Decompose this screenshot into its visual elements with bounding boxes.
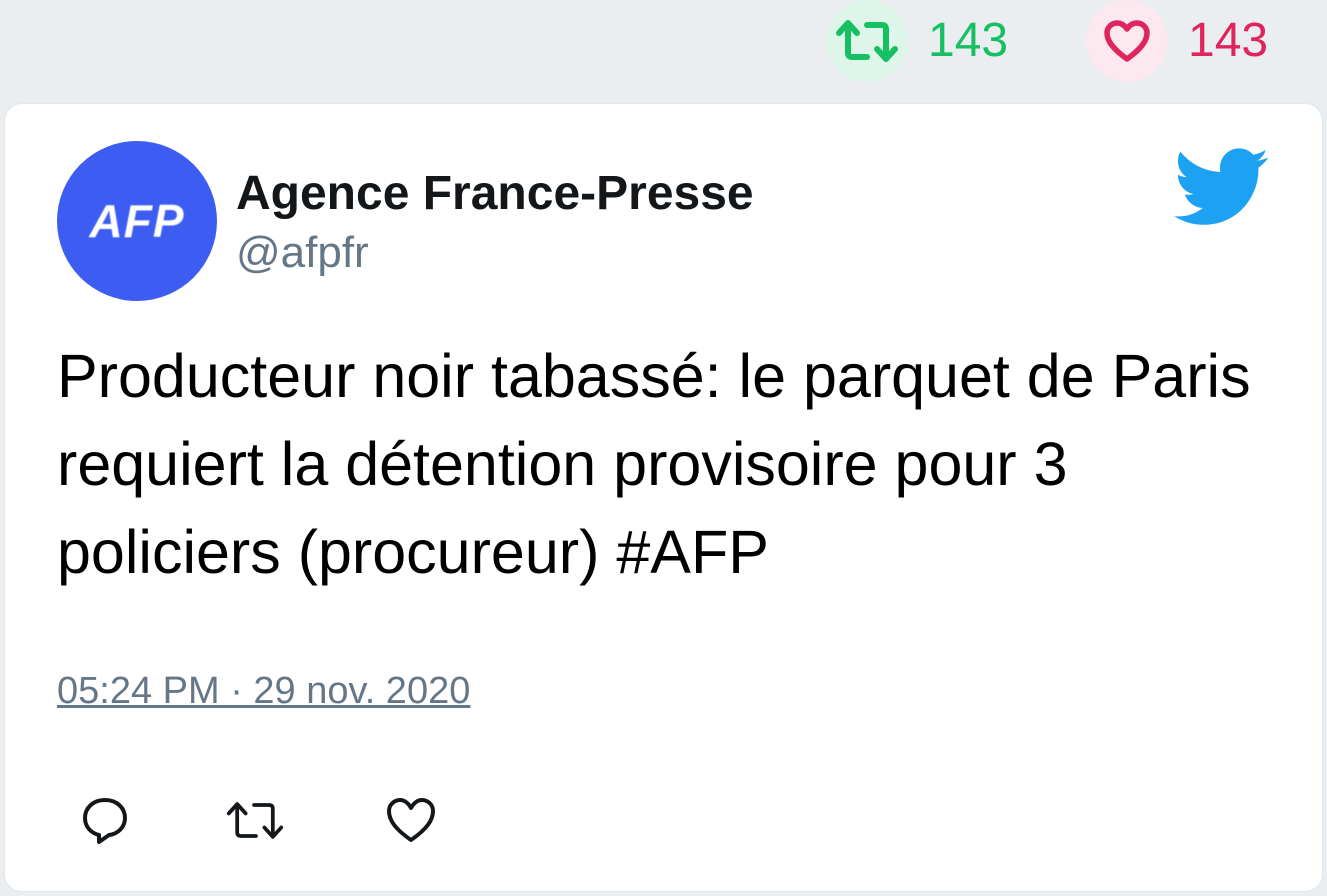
retweet-stat[interactable]: 143 <box>826 0 1008 82</box>
heart-icon[interactable] <box>1086 0 1168 82</box>
author-handle[interactable]: @afpfr <box>236 228 369 278</box>
tweet-actions <box>75 790 441 850</box>
retweet-button[interactable] <box>225 790 285 850</box>
retweet-count: 143 <box>928 14 1009 67</box>
retweet-icon[interactable] <box>826 0 908 82</box>
like-count: 143 <box>1188 14 1269 67</box>
reply-icon <box>83 798 127 844</box>
tweet-card: AFP Agence France-Presse @afpfr Producte… <box>4 103 1323 892</box>
like-button[interactable] <box>381 790 441 850</box>
retweet-icon <box>226 802 284 839</box>
tweet-timestamp[interactable]: 05:24 PM · 29 nov. 2020 <box>57 670 470 713</box>
author-name[interactable]: Agence France-Presse <box>236 166 754 221</box>
like-stat[interactable]: 143 <box>1086 0 1268 82</box>
twitter-bird-icon[interactable] <box>1173 148 1271 228</box>
tweet-text: Producteur noir tabassé: le parquet de P… <box>57 342 1251 586</box>
reply-button[interactable] <box>75 790 135 850</box>
avatar[interactable]: AFP <box>57 141 217 301</box>
engagement-stats-bar: 143 143 <box>0 0 1327 100</box>
avatar-logo-text: AFP <box>89 195 185 247</box>
heart-icon <box>387 798 435 842</box>
